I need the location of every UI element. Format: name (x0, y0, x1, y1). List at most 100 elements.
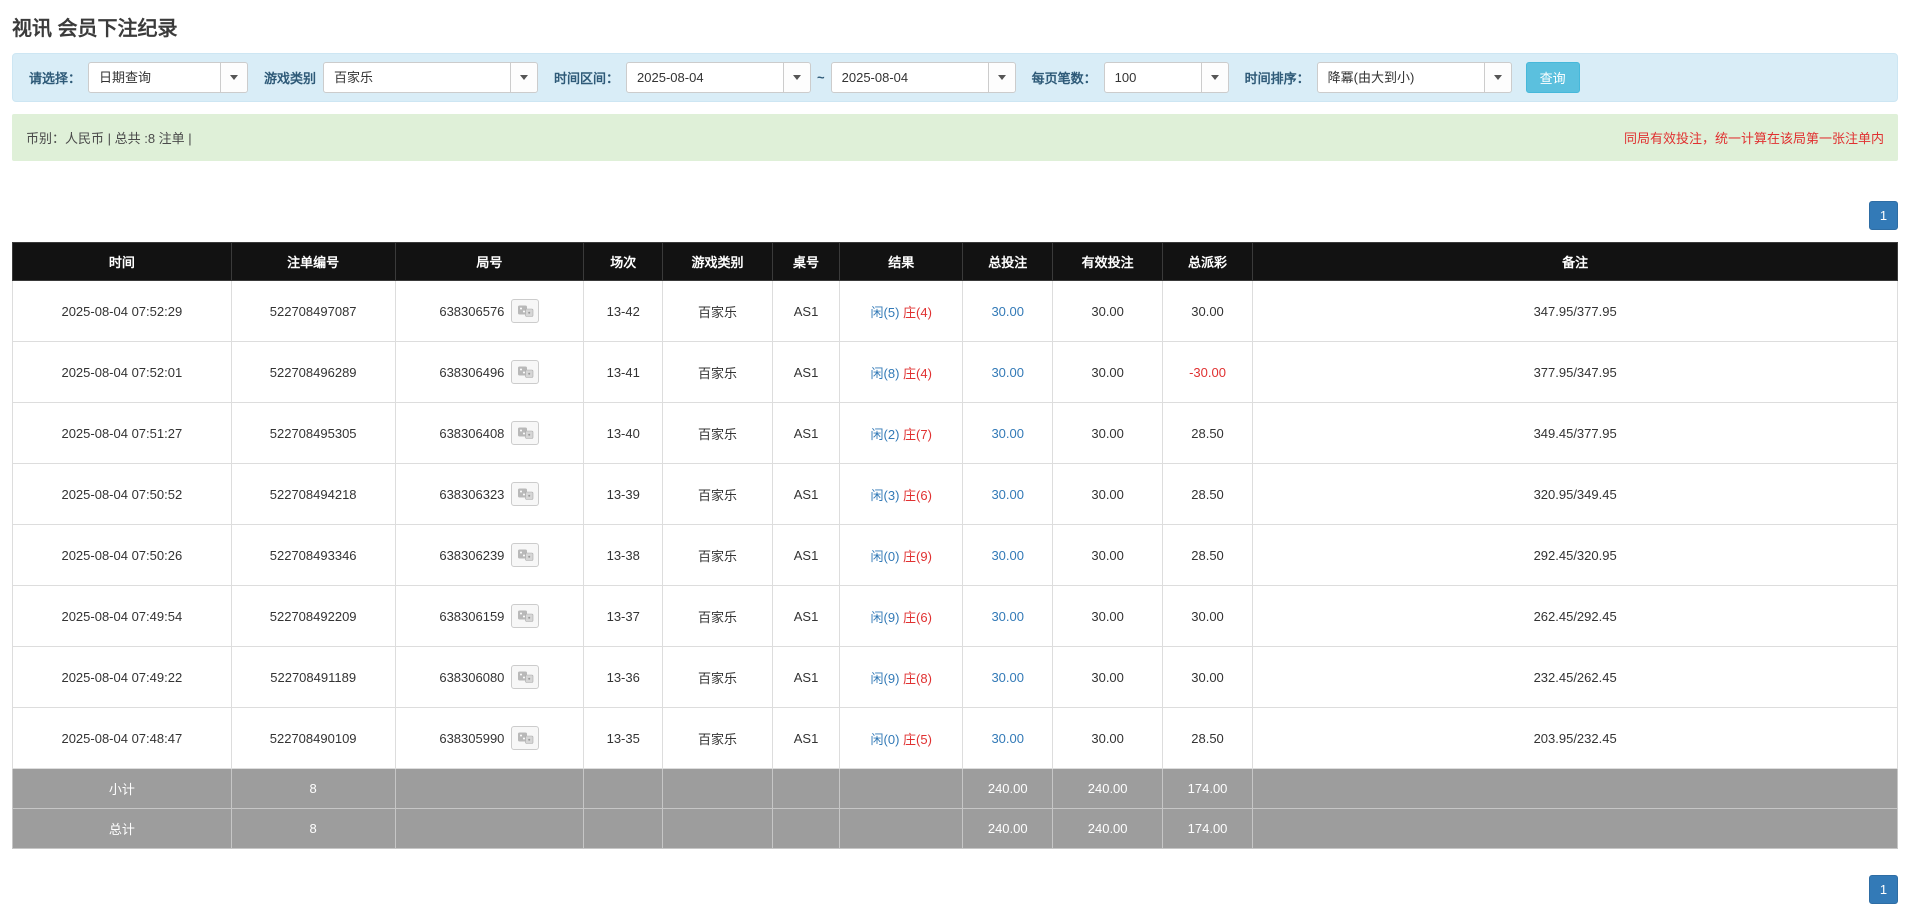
caret-down-icon (1211, 75, 1219, 80)
total-bet-link[interactable]: 30.00 (991, 487, 1024, 502)
cell-total-bet: 30.00 (963, 464, 1053, 525)
subtotal-empty-cell (1253, 769, 1898, 809)
cell-game-type: 百家乐 (663, 403, 772, 464)
cell-game-type: 百家乐 (663, 342, 772, 403)
cell-table-no: AS1 (772, 586, 840, 647)
round-detail-button[interactable] (511, 726, 539, 750)
total-empty-cell (395, 809, 584, 849)
query-type-select[interactable]: 日期查询 (88, 62, 248, 93)
subtotal-empty-cell (772, 769, 840, 809)
dice-replay-icon (517, 548, 534, 562)
total-bet-link[interactable]: 30.00 (991, 548, 1024, 563)
total-valid-bet: 240.00 (1053, 809, 1162, 849)
column-header: 桌号 (772, 243, 840, 281)
dice-replay-icon (517, 365, 534, 379)
column-header: 结果 (840, 243, 963, 281)
filter-bar: 请选择： 日期查询 游戏类别 百家乐 时间区间： 2025-08-04 ~ 20… (12, 53, 1898, 102)
cell-time: 2025-08-04 07:50:26 (13, 525, 232, 586)
table-row: 2025-08-04 07:49:54522708492209638306159… (13, 586, 1898, 647)
result-player: 闲(9) (871, 610, 900, 625)
round-id: 638306576 (439, 304, 504, 319)
cell-valid-bet: 30.00 (1053, 342, 1162, 403)
subtotal-empty-cell (395, 769, 584, 809)
total-bet-link[interactable]: 30.00 (991, 731, 1024, 746)
cell-note: 377.95/347.95 (1253, 342, 1898, 403)
cell-session: 13-35 (584, 708, 663, 769)
total-empty-cell (663, 809, 772, 849)
table-row: 2025-08-04 07:50:26522708493346638306239… (13, 525, 1898, 586)
cell-round: 638306323 (395, 464, 584, 525)
cell-note: 262.45/292.45 (1253, 586, 1898, 647)
cell-round: 638306496 (395, 342, 584, 403)
cell-payout: 30.00 (1162, 281, 1252, 342)
cell-note: 347.95/377.95 (1253, 281, 1898, 342)
total-empty-cell (584, 809, 663, 849)
pagination-page-1[interactable]: 1 (1869, 201, 1898, 230)
dice-replay-icon (517, 304, 534, 318)
cell-total-bet: 30.00 (963, 342, 1053, 403)
total-empty-cell (772, 809, 840, 849)
cell-bet-id: 522708495305 (231, 403, 395, 464)
date-from-select[interactable]: 2025-08-04 (626, 62, 811, 93)
round-id: 638306159 (439, 609, 504, 624)
cell-total-bet: 30.00 (963, 708, 1053, 769)
cell-bet-id: 522708491189 (231, 647, 395, 708)
column-header: 注单编号 (231, 243, 395, 281)
pagination-page-1[interactable]: 1 (1869, 875, 1898, 904)
page-size-select[interactable]: 100 (1104, 62, 1229, 93)
total-bet-link[interactable]: 30.00 (991, 365, 1024, 380)
cell-payout: 30.00 (1162, 586, 1252, 647)
round-detail-button[interactable] (511, 604, 539, 628)
caret-down-icon[interactable] (1201, 63, 1228, 92)
result-player: 闲(8) (871, 366, 900, 381)
cell-table-no: AS1 (772, 403, 840, 464)
sort-order-label: 时间排序： (1245, 68, 1310, 87)
column-header: 游戏类别 (663, 243, 772, 281)
total-bet-link[interactable]: 30.00 (991, 609, 1024, 624)
column-header: 局号 (395, 243, 584, 281)
caret-down-icon[interactable] (783, 63, 810, 92)
round-detail-button[interactable] (511, 665, 539, 689)
table-summary: 小计 8 240.00 240.00 174.00 总计 8 (13, 769, 1898, 849)
pagination-bottom: 1 (12, 875, 1898, 904)
round-detail-button[interactable] (511, 421, 539, 445)
search-button[interactable]: 查询 (1526, 62, 1580, 93)
cell-session: 13-38 (584, 525, 663, 586)
round-detail-button[interactable] (511, 299, 539, 323)
total-bet-link[interactable]: 30.00 (991, 426, 1024, 441)
dice-replay-icon (517, 487, 534, 501)
cell-game-type: 百家乐 (663, 525, 772, 586)
subtotal-row: 小计 8 240.00 240.00 174.00 (13, 769, 1898, 809)
date-to-select[interactable]: 2025-08-04 (831, 62, 1016, 93)
cell-round: 638306080 (395, 647, 584, 708)
cell-game-type: 百家乐 (663, 586, 772, 647)
total-bet-link[interactable]: 30.00 (991, 304, 1024, 319)
cell-total-bet: 30.00 (963, 586, 1053, 647)
cell-total-bet: 30.00 (963, 403, 1053, 464)
table-row: 2025-08-04 07:48:47522708490109638305990… (13, 708, 1898, 769)
total-bet-link[interactable]: 30.00 (991, 670, 1024, 685)
table-row: 2025-08-04 07:52:29522708497087638306576… (13, 281, 1898, 342)
table-row: 2025-08-04 07:50:52522708494218638306323… (13, 464, 1898, 525)
table-body: 2025-08-04 07:52:29522708497087638306576… (13, 281, 1898, 769)
table-row: 2025-08-04 07:51:27522708495305638306408… (13, 403, 1898, 464)
round-detail-button[interactable] (511, 360, 539, 384)
caret-down-icon[interactable] (220, 63, 247, 92)
subtotal-empty-cell (663, 769, 772, 809)
result-banker: 庄(5) (903, 732, 932, 747)
sort-order-select[interactable]: 降冪(由大到小) (1317, 62, 1512, 93)
cell-valid-bet: 30.00 (1053, 586, 1162, 647)
summary-bar: 币别：人民币 | 总共 :8 注单 | 同局有效投注，统一计算在该局第一张注单内 (12, 114, 1898, 161)
caret-down-icon[interactable] (1484, 63, 1511, 92)
pagination-top: 1 (12, 201, 1898, 230)
cell-game-type: 百家乐 (663, 281, 772, 342)
round-detail-button[interactable] (511, 482, 539, 506)
cell-table-no: AS1 (772, 708, 840, 769)
caret-down-icon[interactable] (988, 63, 1015, 92)
cell-note: 320.95/349.45 (1253, 464, 1898, 525)
round-detail-button[interactable] (511, 543, 539, 567)
game-type-select[interactable]: 百家乐 (323, 62, 538, 93)
caret-down-icon[interactable] (510, 63, 537, 92)
round-id: 638305990 (439, 731, 504, 746)
result-player: 闲(0) (871, 732, 900, 747)
